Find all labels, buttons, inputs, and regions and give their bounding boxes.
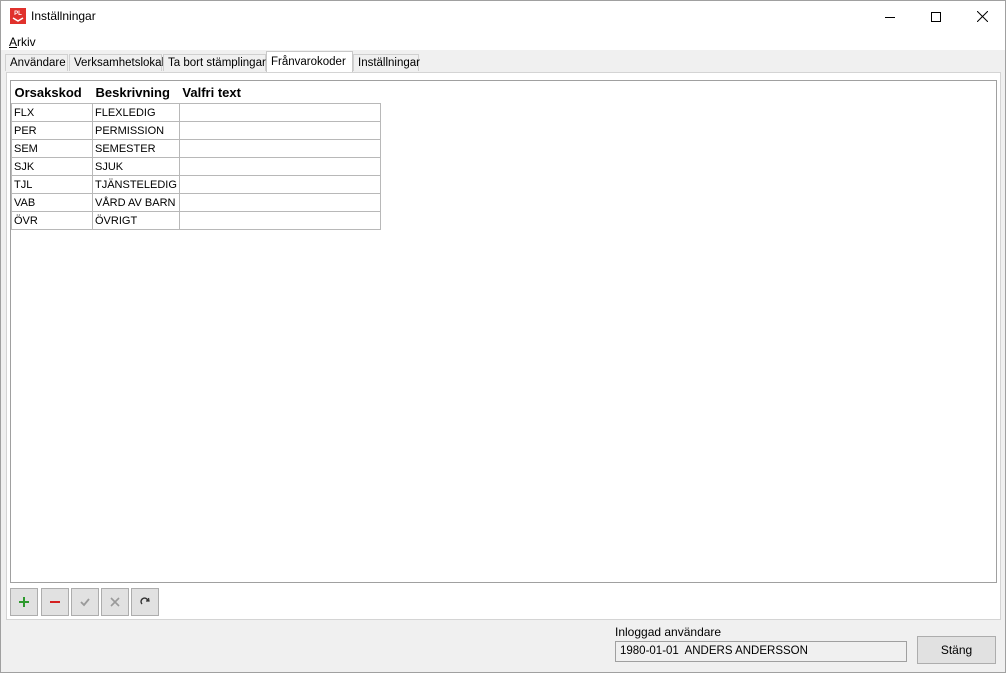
- settings-window: PL Inställningar Arkiv Användare Verksam…: [0, 0, 1006, 673]
- minimize-button[interactable]: [867, 1, 913, 32]
- column-header-orsakskod[interactable]: Orsakskod: [12, 81, 93, 104]
- cell-description[interactable]: TJÄNSTELEDIG: [92, 175, 180, 194]
- cell-description[interactable]: SEMESTER: [92, 139, 180, 158]
- absence-codes-grid[interactable]: Orsakskod Beskrivning Valfri text FLX FLE…: [10, 80, 997, 583]
- maximize-button[interactable]: [913, 1, 959, 32]
- menu-arkiv-label: rkiv: [17, 35, 36, 49]
- cell-description[interactable]: PERMISSION: [92, 121, 180, 140]
- tab-bar: Användare Verksamhetslokal Ta bort stämp…: [1, 50, 1005, 73]
- cell-code[interactable]: FLX: [11, 103, 93, 122]
- cross-icon: [110, 597, 120, 607]
- tab-ta-bort-stamplingar[interactable]: Ta bort stämplingar: [163, 54, 266, 71]
- cell-free-text[interactable]: [178, 139, 381, 158]
- column-header-valfri-text[interactable]: Valfri text: [179, 81, 380, 104]
- menu-arkiv[interactable]: Arkiv: [9, 35, 36, 49]
- cell-free-text[interactable]: [178, 121, 381, 140]
- cell-free-text[interactable]: [178, 193, 381, 212]
- refresh-button[interactable]: [131, 588, 159, 616]
- cell-code[interactable]: TJL: [11, 175, 93, 194]
- cell-code[interactable]: PER: [11, 121, 93, 140]
- maximize-icon: [931, 11, 941, 22]
- confirm-button[interactable]: [71, 588, 99, 616]
- column-header-beskrivning[interactable]: Beskrivning: [93, 81, 180, 104]
- title-bar[interactable]: PL Inställningar: [1, 1, 1005, 32]
- tab-anvandare[interactable]: Användare: [5, 54, 68, 71]
- plus-icon: [19, 597, 29, 607]
- table-row[interactable]: VAB VÅRD AV BARN: [11, 193, 381, 212]
- refresh-icon: [140, 597, 150, 605]
- table-row[interactable]: FLX FLEXLEDIG: [11, 103, 381, 122]
- table-row[interactable]: ÖVR ÖVRIGT: [11, 211, 381, 230]
- cell-code[interactable]: VAB: [11, 193, 93, 212]
- cell-description[interactable]: VÅRD AV BARN: [92, 193, 180, 212]
- add-row-button[interactable]: [10, 588, 38, 616]
- cell-code[interactable]: ÖVR: [11, 211, 93, 230]
- remove-row-button[interactable]: [41, 588, 69, 616]
- cell-code[interactable]: SEM: [11, 139, 93, 158]
- window-title: Inställningar: [31, 9, 96, 23]
- menu-bar: Arkiv: [1, 32, 1005, 50]
- cell-code[interactable]: SJK: [11, 157, 93, 176]
- minimize-icon: [885, 16, 895, 18]
- logged-in-user-field: 1980-01-01 ANDERS ANDERSSON: [615, 641, 907, 662]
- svg-text:PL: PL: [14, 11, 22, 17]
- close-icon: [976, 11, 988, 22]
- window-close-button[interactable]: [959, 1, 1005, 32]
- absence-codes-table: Orsakskod Beskrivning Valfri text FLX FLE…: [11, 81, 381, 230]
- logged-in-user-label: Inloggad användare: [615, 625, 722, 639]
- tab-franvarokoder[interactable]: Frånvarokoder: [266, 51, 353, 72]
- table-row[interactable]: PER PERMISSION: [11, 121, 381, 140]
- table-row[interactable]: TJL TJÄNSTELEDIG: [11, 175, 381, 194]
- cell-description[interactable]: ÖVRIGT: [92, 211, 180, 230]
- tab-installningar[interactable]: Inställningar: [353, 54, 420, 71]
- app-logo-icon: PL: [10, 8, 26, 24]
- minus-icon: [50, 601, 60, 603]
- cell-free-text[interactable]: [178, 175, 381, 194]
- cell-description[interactable]: SJUK: [92, 157, 180, 176]
- table-row[interactable]: SEM SEMESTER: [11, 139, 381, 158]
- table-row[interactable]: SJK SJUK: [11, 157, 381, 176]
- tab-verksamhetslokal[interactable]: Verksamhetslokal: [69, 54, 164, 71]
- menu-arkiv-mnemonic: A: [9, 35, 18, 49]
- checkmark-icon: [80, 598, 90, 607]
- cell-free-text[interactable]: [178, 103, 381, 122]
- cell-free-text[interactable]: [178, 211, 381, 230]
- cell-description[interactable]: FLEXLEDIG: [92, 103, 180, 122]
- close-button[interactable]: Stäng: [917, 636, 996, 664]
- cell-free-text[interactable]: [178, 157, 381, 176]
- cancel-edit-button[interactable]: [101, 588, 129, 616]
- header-row: Orsakskod Beskrivning Valfri text: [12, 81, 381, 104]
